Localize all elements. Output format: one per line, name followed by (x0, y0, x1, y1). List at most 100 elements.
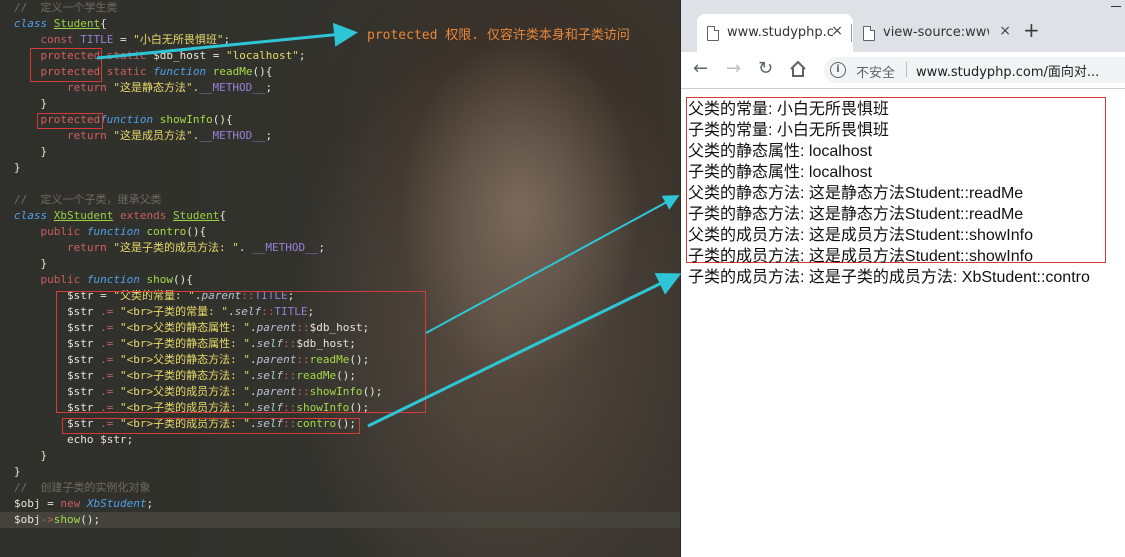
code-token: = (113, 33, 134, 46)
back-arrow-icon[interactable]: ← (693, 58, 708, 79)
code-line[interactable]: return "这是静态方法".__METHOD__; (14, 80, 382, 96)
code-line[interactable] (14, 176, 382, 192)
tab-strip: www.studyphp.c × view-source:www. × + (681, 0, 1125, 52)
code-line[interactable]: // 定义一个学生类 (14, 0, 382, 16)
code-token: ; (298, 49, 306, 62)
tab-studyphp[interactable]: www.studyphp.c × (697, 14, 853, 52)
code-line[interactable]: } (14, 96, 382, 112)
protected-static-highlight (30, 48, 102, 82)
code-token: function (86, 225, 140, 238)
code-token: (){ (186, 225, 207, 238)
code-token: public (40, 225, 81, 238)
address-bar[interactable]: i 不安全 www.studyphp.com/面向对... (824, 57, 1125, 83)
code-line[interactable]: class XbStudent extends Student{ (14, 208, 382, 224)
code-token: "这是子类的成员方法: " (113, 241, 239, 254)
url-text[interactable]: www.studyphp.com/面向对... (916, 61, 1099, 80)
code-line[interactable]: // 定义一个子类，继承父类 (14, 192, 382, 208)
code-token: contro (146, 225, 187, 238)
browser-toolbar: ← → ↻ i 不安全 www.studyphp.com/面向对... (681, 52, 1125, 89)
code-token: -> (40, 513, 54, 526)
output-line: 子类的静态属性: localhost (688, 164, 873, 181)
code-token: function (86, 273, 140, 286)
page-icon (863, 26, 875, 41)
code-token: __METHOD__ (252, 241, 319, 254)
address-separator (906, 62, 907, 77)
code-token: Student (53, 17, 101, 30)
close-icon[interactable]: × (999, 23, 1011, 39)
code-token: { (100, 17, 107, 30)
code-token: readMe (212, 65, 253, 78)
code-token: "localhost" (225, 49, 299, 62)
annotation-note: protected 权限. 仅容许类本身和子类访问 (367, 28, 630, 43)
code-token: (){ (212, 113, 233, 126)
code-line[interactable]: } (14, 256, 382, 272)
parent-self-calls-highlight (56, 291, 426, 413)
code-line[interactable]: // 创建子类的实例化对象 (14, 480, 382, 496)
code-token: $db_host = (146, 49, 226, 62)
code-token: } (14, 145, 48, 158)
code-token: "这是静态方法" (113, 81, 193, 94)
code-editor-pane[interactable]: // 定义一个学生类 class Student{ const TITLE = "… (0, 0, 680, 557)
reload-icon[interactable]: ↻ (758, 58, 773, 79)
code-token: } (14, 257, 48, 270)
code-token: echo $str; (14, 433, 134, 446)
tab-view-source[interactable]: view-source:www. × (853, 14, 1021, 52)
new-tab-button[interactable]: + (1023, 18, 1040, 42)
minimize-button[interactable] (1111, 6, 1121, 7)
code-token: // 定义一个学生类 (14, 1, 118, 14)
info-icon[interactable]: i (830, 62, 846, 78)
page-content: 父类的常量: 小白无所畏惧班 子类的常量: 小白无所畏惧班 父类的静态属性: loc… (681, 89, 1125, 557)
code-token: . (238, 241, 253, 254)
code-token: show (146, 273, 173, 286)
code-token: (){ (172, 273, 193, 286)
code-line[interactable]: $obj = new XbStudent; (14, 496, 382, 512)
code-line[interactable]: } (14, 448, 382, 464)
code-line[interactable]: return "这是成员方法".__METHOD__; (14, 128, 382, 144)
code-token: function (153, 65, 207, 78)
browser-window: www.studyphp.c × view-source:www. × + ← … (681, 0, 1125, 557)
protected-method-highlight (37, 113, 103, 129)
code-token: class (14, 209, 48, 222)
code-token: ; (265, 129, 273, 142)
forward-arrow-icon[interactable]: → (726, 58, 741, 79)
code-line[interactable]: } (14, 160, 382, 176)
code-token: return (66, 241, 107, 254)
code-line[interactable]: public function show(){ (14, 272, 382, 288)
code-line[interactable]: return "这是子类的成员方法: ". __METHOD__; (14, 240, 382, 256)
code-line[interactable]: class Student{ (14, 16, 382, 32)
code-token: XbStudent (53, 209, 114, 222)
code-line[interactable]: echo $str; (14, 432, 382, 448)
code-token: static (106, 65, 147, 78)
code-line[interactable]: $obj->show(); (14, 512, 382, 528)
code-token: __METHOD__ (199, 129, 266, 142)
code-line[interactable]: } (14, 144, 382, 160)
code-line[interactable]: } (14, 464, 382, 480)
code-line[interactable]: const TITLE = "小白无所畏惧班"; (14, 32, 382, 48)
code-token: } (14, 465, 21, 478)
code-token: (); (80, 513, 101, 526)
code-token: extends (119, 209, 167, 222)
home-icon[interactable] (789, 60, 807, 78)
code-line[interactable]: public function contro(){ (14, 224, 382, 240)
code-token: "这是成员方法" (113, 129, 193, 142)
code-token: public (40, 273, 81, 286)
security-label: 不安全 (856, 66, 896, 81)
code-token: class (14, 17, 48, 30)
code-token: (){ (252, 65, 273, 78)
code-token: Student (172, 209, 220, 222)
code-token: } (14, 449, 48, 462)
close-icon[interactable]: × (831, 23, 843, 39)
output-line: 子类的常量: 小白无所畏惧班 (688, 122, 889, 139)
page-icon (707, 26, 719, 41)
code-token: showInfo (159, 113, 213, 126)
code-token: return (66, 81, 107, 94)
tab-title: www.studyphp.c (727, 25, 833, 40)
code-token: ; (146, 497, 154, 510)
output-line: 子类的成员方法: 这是成员方法Student::showInfo (688, 248, 1033, 265)
